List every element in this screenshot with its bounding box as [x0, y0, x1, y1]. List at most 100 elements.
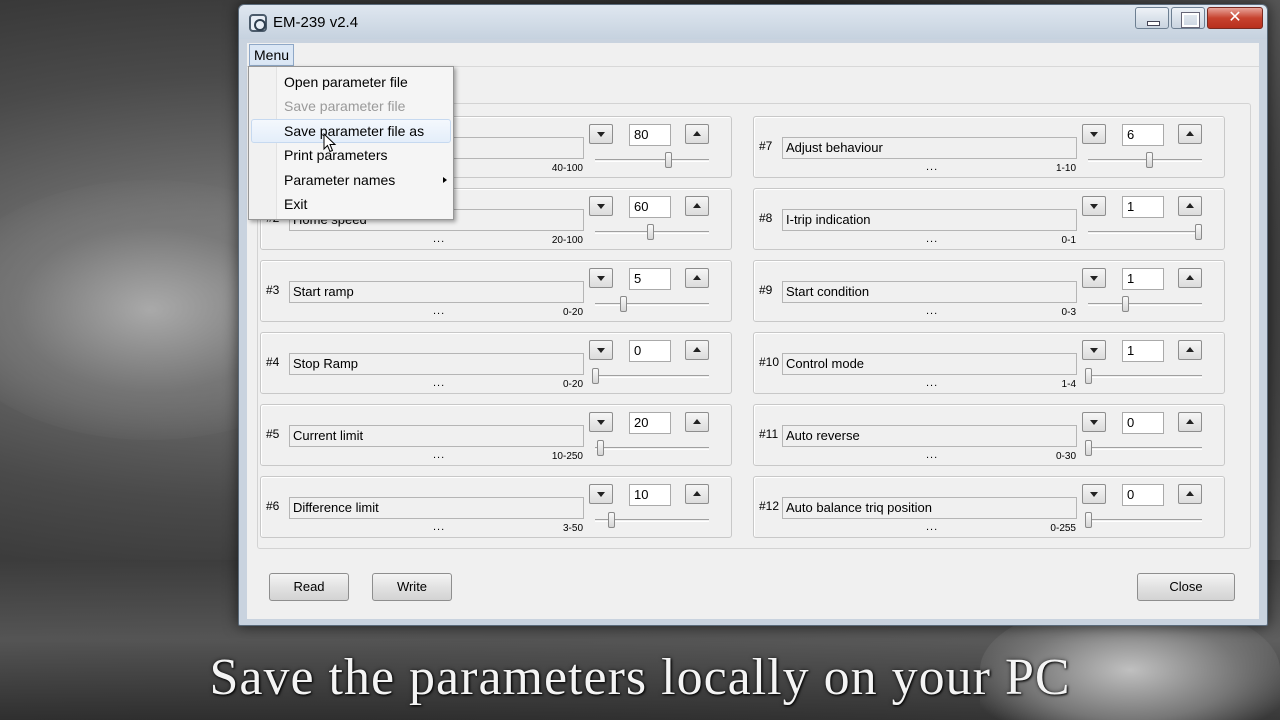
- parameter-more-button[interactable]: ...: [433, 305, 445, 317]
- close-button[interactable]: Close: [1137, 573, 1235, 601]
- parameter-name-field[interactable]: Current limit: [289, 425, 584, 447]
- parameter-value-input[interactable]: 1: [1122, 196, 1164, 218]
- parameter-name-field[interactable]: Auto balance triq position: [782, 497, 1077, 519]
- slider-thumb[interactable]: [665, 152, 673, 168]
- maximize-button[interactable]: [1171, 7, 1205, 29]
- parameter-name-field[interactable]: Start condition: [782, 281, 1077, 303]
- parameter-more-button[interactable]: ...: [433, 521, 445, 533]
- parameter-more-button[interactable]: ...: [926, 449, 938, 461]
- close-window-button[interactable]: ✕: [1207, 7, 1263, 29]
- parameter-name-field[interactable]: Stop Ramp: [289, 353, 584, 375]
- parameter-value-input[interactable]: 60: [629, 196, 671, 218]
- parameter-name-field[interactable]: I-trip indication: [782, 209, 1077, 231]
- slider-thumb[interactable]: [1085, 368, 1092, 384]
- slider-thumb[interactable]: [596, 440, 604, 456]
- slider-thumb[interactable]: [619, 296, 627, 312]
- decrement-button[interactable]: [589, 124, 613, 144]
- increment-button[interactable]: [1178, 412, 1202, 432]
- parameter-value-input[interactable]: 1: [1122, 268, 1164, 290]
- app-icon[interactable]: [249, 14, 267, 32]
- parameter-name-field[interactable]: Adjust behaviour: [782, 137, 1077, 159]
- decrement-button[interactable]: [1082, 412, 1106, 432]
- parameter-row: #6 Difference limit... 3-50 10: [260, 476, 732, 538]
- parameter-slider[interactable]: [1085, 368, 1202, 384]
- parameter-range: 0-255: [1050, 523, 1076, 534]
- parameter-slider[interactable]: [1085, 440, 1202, 456]
- parameter-slider[interactable]: [1088, 224, 1202, 240]
- parameter-slider[interactable]: [595, 440, 709, 456]
- decrement-button[interactable]: [1082, 340, 1106, 360]
- parameter-value-input[interactable]: 10: [629, 484, 671, 506]
- parameter-slider[interactable]: [595, 152, 709, 168]
- slider-thumb[interactable]: [1085, 440, 1092, 456]
- parameter-slider[interactable]: [595, 512, 709, 528]
- parameter-more-button[interactable]: ...: [926, 233, 938, 245]
- decrement-button[interactable]: [1082, 484, 1106, 504]
- menu-item-open-parameter-file[interactable]: Open parameter file: [251, 70, 451, 94]
- read-button[interactable]: Read: [269, 573, 349, 601]
- increment-button[interactable]: [685, 340, 709, 360]
- slider-thumb[interactable]: [1085, 512, 1092, 528]
- increment-button[interactable]: [685, 196, 709, 216]
- increment-button[interactable]: [1178, 124, 1202, 144]
- parameter-more-button[interactable]: ...: [926, 377, 938, 389]
- parameter-name-field[interactable]: Control mode: [782, 353, 1077, 375]
- decrement-button[interactable]: [1082, 268, 1106, 288]
- parameter-slider[interactable]: [1085, 512, 1202, 528]
- parameter-more-button[interactable]: ...: [926, 305, 938, 317]
- slider-thumb[interactable]: [1121, 296, 1129, 312]
- parameter-slider[interactable]: [592, 368, 709, 384]
- parameter-value-input[interactable]: 5: [629, 268, 671, 290]
- parameter-more-button[interactable]: ...: [926, 521, 938, 533]
- menu-item-print-parameters[interactable]: Print parameters: [251, 143, 451, 167]
- decrement-button[interactable]: [589, 340, 613, 360]
- parameter-name-field[interactable]: Difference limit: [289, 497, 584, 519]
- increment-button[interactable]: [1178, 340, 1202, 360]
- parameter-range: 10-250: [551, 451, 583, 462]
- parameter-value-input[interactable]: 0: [1122, 484, 1164, 506]
- increment-button[interactable]: [685, 412, 709, 432]
- parameter-more-button[interactable]: ...: [433, 449, 445, 461]
- parameter-name-field[interactable]: Auto reverse: [782, 425, 1077, 447]
- decrement-button[interactable]: [589, 196, 613, 216]
- parameter-value-input[interactable]: 80: [629, 124, 671, 146]
- menu-item-save-parameter-file-as[interactable]: Save parameter file as: [251, 119, 451, 143]
- slider-thumb[interactable]: [608, 512, 616, 528]
- increment-button[interactable]: [1178, 484, 1202, 504]
- decrement-button[interactable]: [589, 412, 613, 432]
- decrement-button[interactable]: [589, 484, 613, 504]
- increment-button[interactable]: [685, 484, 709, 504]
- decrement-button[interactable]: [1082, 196, 1106, 216]
- menu-button[interactable]: Menu: [249, 44, 295, 66]
- menu-item-parameter-names[interactable]: Parameter names: [251, 168, 451, 192]
- parameter-name-field[interactable]: Start ramp: [289, 281, 584, 303]
- decrement-button[interactable]: [589, 268, 613, 288]
- minimize-button[interactable]: [1135, 7, 1169, 29]
- parameter-number: #11: [759, 427, 779, 441]
- increment-button[interactable]: [685, 124, 709, 144]
- slider-thumb[interactable]: [647, 224, 654, 240]
- parameter-more-button[interactable]: ...: [433, 233, 445, 245]
- parameter-slider[interactable]: [595, 224, 709, 240]
- slider-thumb[interactable]: [1146, 152, 1154, 168]
- parameter-more-button[interactable]: ...: [926, 161, 938, 173]
- parameter-value-input[interactable]: 20: [629, 412, 671, 434]
- parameter-value-input[interactable]: 0: [1122, 412, 1164, 434]
- menu-item-save-parameter-file[interactable]: Save parameter file: [251, 94, 451, 118]
- increment-button[interactable]: [685, 268, 709, 288]
- parameter-value-input[interactable]: 6: [1122, 124, 1164, 146]
- slider-thumb[interactable]: [592, 368, 599, 384]
- slider-thumb[interactable]: [1195, 224, 1202, 240]
- title-bar[interactable]: EM-239 v2.4 ✕: [239, 5, 1267, 39]
- decrement-button[interactable]: [1082, 124, 1106, 144]
- increment-button[interactable]: [1178, 196, 1202, 216]
- parameter-value-input[interactable]: 1: [1122, 340, 1164, 362]
- parameter-slider[interactable]: [1088, 152, 1202, 168]
- parameter-value-input[interactable]: 0: [629, 340, 671, 362]
- parameter-slider[interactable]: [595, 296, 709, 312]
- increment-button[interactable]: [1178, 268, 1202, 288]
- parameter-slider[interactable]: [1088, 296, 1202, 312]
- parameter-more-button[interactable]: ...: [433, 377, 445, 389]
- menu-item-exit[interactable]: Exit: [251, 192, 451, 216]
- write-button[interactable]: Write: [372, 573, 452, 601]
